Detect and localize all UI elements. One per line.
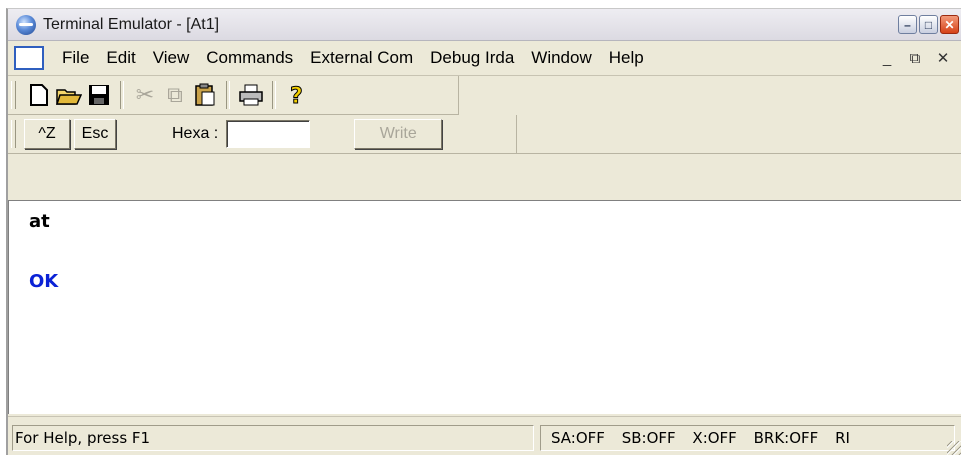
menu-help[interactable]: Help <box>609 48 644 68</box>
menu-edit[interactable]: Edit <box>106 48 135 68</box>
terminal-emulator-window: Terminal Emulator - [At1] – □ ✕ File Edi… <box>6 8 961 455</box>
ctrl-z-button[interactable]: ^Z <box>24 119 70 149</box>
terminal-line: at <box>29 211 50 232</box>
paste-icon[interactable] <box>190 80 220 110</box>
toolbar-separator <box>120 81 124 109</box>
hexa-input[interactable] <box>226 120 311 148</box>
toolbar-separator <box>272 81 276 109</box>
menu-external-com[interactable]: External Com <box>310 48 413 68</box>
window-title: Terminal Emulator - [At1] <box>43 15 220 33</box>
menu-view[interactable]: View <box>153 48 190 68</box>
hexa-label: Hexa : <box>172 125 219 142</box>
toolbar-separator <box>226 81 230 109</box>
status-indicator-sb: SB:OFF <box>621 429 676 447</box>
status-indicator-sa: SA:OFF <box>551 429 605 447</box>
status-indicator-x: X:OFF <box>692 429 737 447</box>
status-indicator-ri: RI <box>835 429 850 447</box>
status-indicator-brk: BRK:OFF <box>753 429 819 447</box>
svg-text:?: ? <box>290 84 303 107</box>
status-help-text: For Help, press F1 <box>12 425 534 451</box>
minimize-button[interactable]: – <box>898 15 917 34</box>
menu-commands[interactable]: Commands <box>206 48 293 68</box>
cut-icon[interactable]: ✂ <box>130 80 160 110</box>
write-button[interactable]: Write <box>354 119 443 149</box>
menu-window[interactable]: Window <box>531 48 591 68</box>
new-document-icon[interactable] <box>24 80 54 110</box>
mdi-restore-button[interactable]: ⧉ <box>901 46 929 70</box>
title-bar[interactable]: Terminal Emulator - [At1] – □ ✕ <box>8 9 961 41</box>
open-folder-icon[interactable] <box>54 80 84 110</box>
close-button[interactable]: ✕ <box>940 15 959 34</box>
toolbar-grip[interactable] <box>11 120 16 148</box>
maximize-button[interactable]: □ <box>919 15 938 34</box>
app-icon <box>16 14 36 35</box>
title-bar-buttons: – □ ✕ <box>898 15 959 34</box>
terminal-output[interactable]: at OK <box>8 200 961 414</box>
standard-toolbar: ✂ ⧉ ? <box>8 76 459 115</box>
menu-debug-irda[interactable]: Debug Irda <box>430 48 514 68</box>
resize-grip[interactable] <box>947 441 961 455</box>
menu-file[interactable]: File <box>62 48 89 68</box>
print-icon[interactable] <box>236 80 266 110</box>
document-icon[interactable] <box>14 46 44 70</box>
terminal-line: OK <box>29 271 59 292</box>
command-toolbar-row: ^Z Esc Hexa : Write <box>8 115 961 154</box>
close-icon: ✕ <box>944 17 955 32</box>
menu-bar: File Edit View Commands External Com Deb… <box>8 41 961 76</box>
help-icon[interactable]: ? <box>282 80 312 110</box>
mdi-minimize-button[interactable]: _ <box>873 46 901 70</box>
copy-icon[interactable]: ⧉ <box>160 80 190 110</box>
save-icon[interactable] <box>84 80 114 110</box>
toolbar-grip[interactable] <box>11 81 16 109</box>
minimize-icon: – <box>904 17 911 32</box>
maximize-icon: □ <box>924 17 933 32</box>
command-toolbar: ^Z Esc Hexa : Write <box>8 115 517 153</box>
esc-button[interactable]: Esc <box>74 119 116 149</box>
status-indicators: SA:OFF SB:OFF X:OFF BRK:OFF RI <box>540 425 955 451</box>
status-bar: For Help, press F1 SA:OFF SB:OFF X:OFF B… <box>8 416 961 455</box>
mdi-close-button[interactable]: ✕ <box>929 46 957 70</box>
mdi-buttons: _ ⧉ ✕ <box>873 46 957 70</box>
